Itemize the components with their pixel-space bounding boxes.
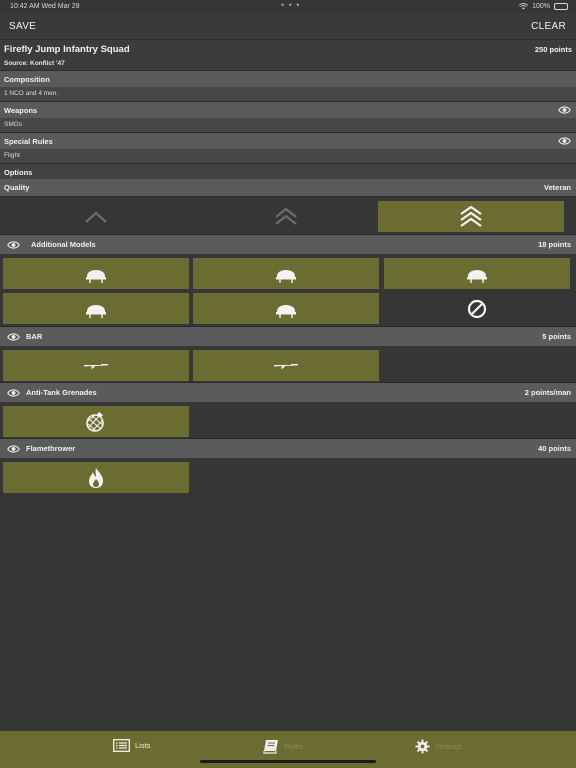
additional-model-tile[interactable] [3,293,189,324]
triple-chevron-up-icon [460,205,482,227]
bar-label: BAR [26,332,43,341]
special-rules-body: Flight [0,149,576,163]
tab-lists[interactable]: Lists [113,739,150,752]
home-indicator [200,760,376,763]
additional-models-grid [0,254,576,326]
status-bar: 10:42 AM Wed Mar 29 • • • 100% [0,0,576,13]
helmet-icon [86,304,106,318]
options-label: Options [4,168,33,177]
additional-models-header: Additional Models 18 points [0,234,576,254]
chevron-up-icon [85,211,107,223]
anti-tank-grenades-points: 2 points/man [524,388,571,397]
weapons-text: SMGs [4,121,23,128]
bar-tile[interactable] [3,350,189,381]
flamethrower-label: Flamethrower [26,444,76,453]
battery-percent: 100% [532,3,550,10]
eye-icon[interactable] [7,332,20,342]
composition-body: 1 NCO and 4 men. [0,87,576,101]
quality-veteran-button[interactable] [378,201,564,232]
eye-icon[interactable] [7,240,20,250]
quality-label: Quality [4,183,30,192]
eye-icon[interactable] [558,136,571,146]
clear-button[interactable]: CLEAR [531,21,566,32]
anti-tank-grenades-label: Anti-Tank Grenades [26,388,97,397]
composition-text: 1 NCO and 4 men. [4,90,59,97]
unit-title: Firefly Jump Infantry Squad [4,44,130,55]
anti-tank-grenades-header: Anti-Tank Grenades 2 points/man [0,382,576,402]
bar-tile[interactable] [193,350,379,381]
clear-models-button[interactable] [384,293,570,324]
quality-inexperienced-button[interactable] [3,201,189,232]
prohibited-icon [467,299,487,318]
quality-value: Veteran [543,183,571,192]
bar-points: 5 points [542,332,571,341]
unit-header: Firefly Jump Infantry Squad 250 points S… [0,39,576,70]
special-rules-label: Special Rules [4,137,53,146]
nav-bar: SAVE CLEAR [0,13,576,39]
weapons-body: SMGs [0,118,576,132]
save-button[interactable]: SAVE [9,21,36,32]
bar-header: BAR 5 points [0,326,576,346]
weapons-label: Weapons [4,106,38,115]
tab-rules[interactable]: Rules [263,739,303,754]
additional-model-tile[interactable] [193,293,379,324]
options-header: Options [0,163,576,180]
flamethrower-header: Flamethrower 40 points [0,438,576,458]
status-time: 10:42 AM Wed Mar 29 [10,3,80,10]
flamethrower-grid [0,458,576,494]
quality-row: Quality Veteran [0,179,576,196]
tab-rules-label: Rules [284,742,304,751]
book-icon [263,740,278,754]
eye-icon[interactable] [558,105,571,115]
rifle-icon [84,363,108,368]
multitasking-dots: • • • [281,0,301,10]
helmet-icon [276,269,296,283]
flame-icon [89,467,103,488]
helmet-icon [467,269,487,283]
battery-icon [554,3,568,10]
status-right: 100% [519,3,568,10]
list-icon [113,739,130,752]
weapons-header: Weapons [0,101,576,118]
helmet-icon [276,304,296,318]
quality-selector [0,196,576,235]
special-rules-header: Special Rules [0,132,576,149]
eye-icon[interactable] [7,388,20,398]
tab-settings[interactable]: Settings [415,739,462,754]
eye-icon[interactable] [7,444,20,454]
flamethrower-tile[interactable] [3,462,189,493]
unit-source: Source: Konflict '47 [4,60,65,67]
additional-model-tile[interactable] [384,258,570,289]
gear-icon [415,739,430,754]
double-chevron-up-icon [275,207,297,225]
anti-tank-grenades-grid [0,402,576,438]
additional-models-label: Additional Models [31,240,96,249]
rifle-icon [274,363,298,368]
composition-label: Composition [4,75,50,84]
tab-settings-label: Settings [435,742,463,751]
bar-grid [0,346,576,382]
additional-model-tile[interactable] [193,258,379,289]
quality-regular-button[interactable] [193,201,379,232]
helmet-icon [86,269,106,283]
grenade-icon [86,411,104,432]
wifi-icon [519,3,529,10]
anti-tank-grenade-tile[interactable] [3,406,189,437]
special-rules-text: Flight [4,152,20,159]
unit-points: 250 points [534,45,572,54]
additional-model-tile[interactable] [3,258,189,289]
flamethrower-points: 40 points [538,444,571,453]
composition-header: Composition [0,70,576,87]
additional-models-points: 18 points [538,240,571,249]
tab-lists-label: Lists [135,741,151,750]
